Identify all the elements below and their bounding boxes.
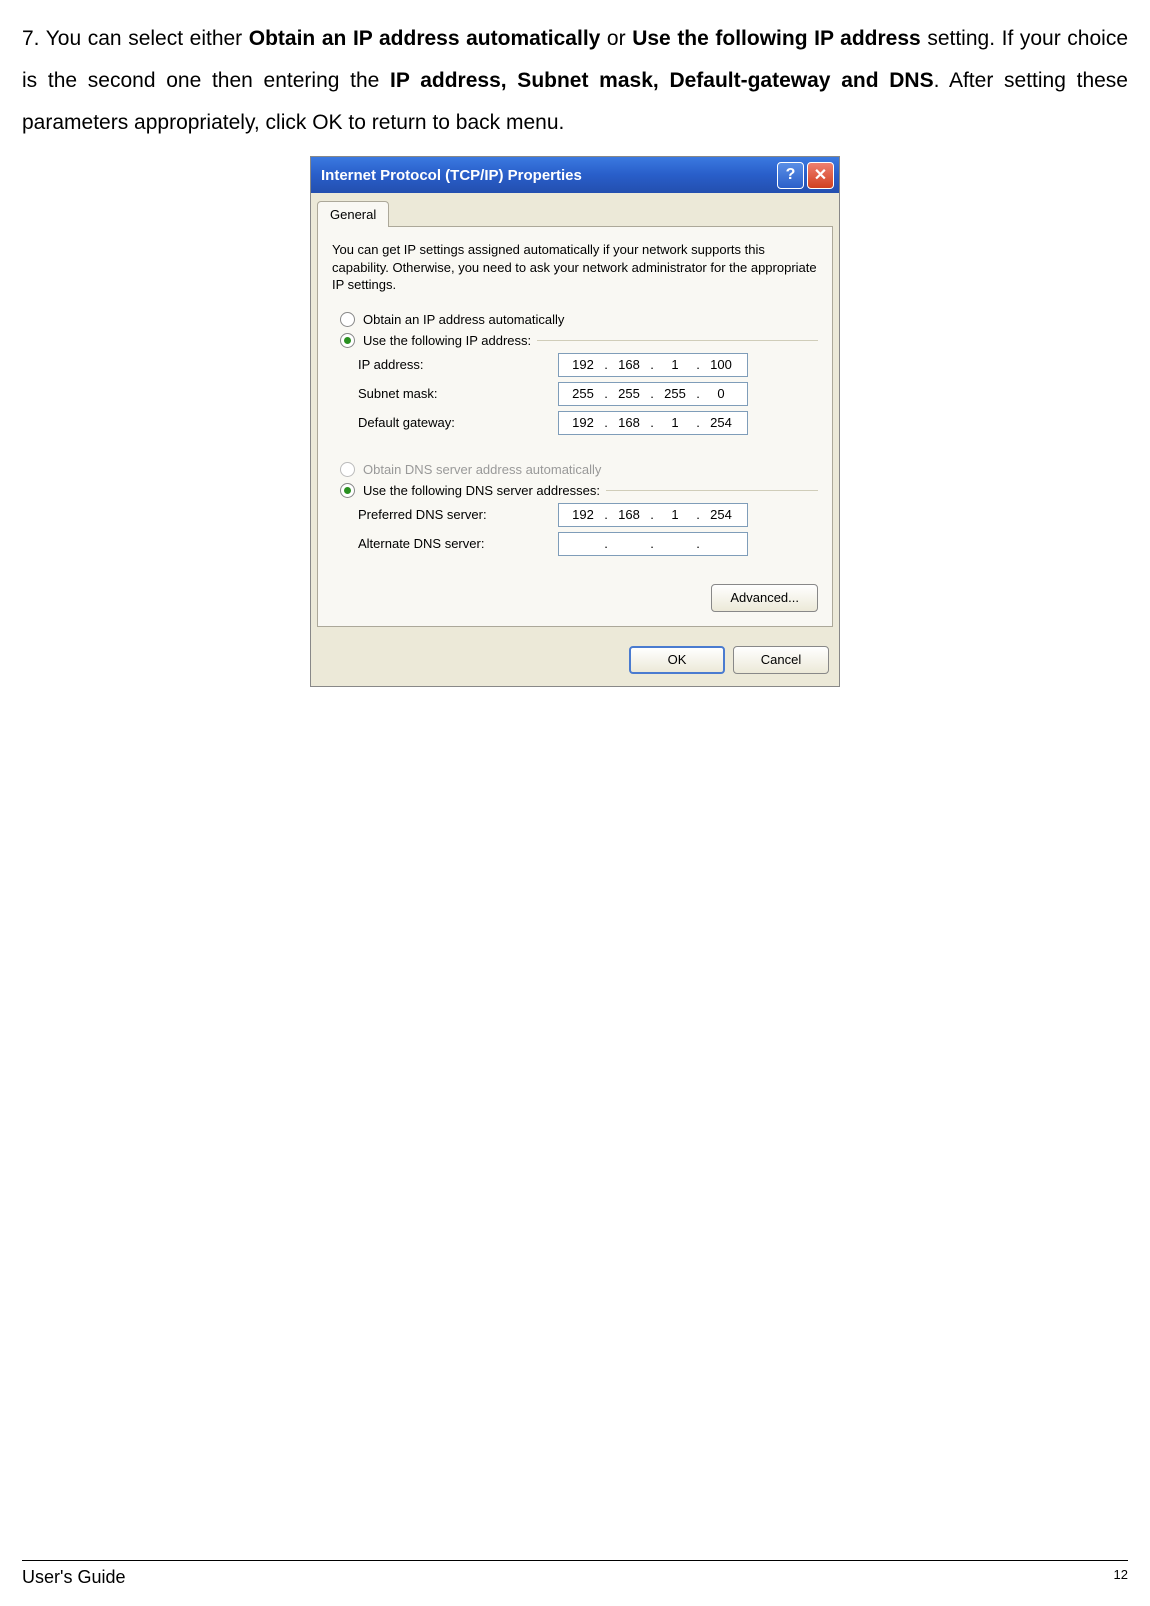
default-gateway-row: Default gateway: 192. 168. 1. 254 <box>358 411 818 435</box>
advanced-button[interactable]: Advanced... <box>711 584 818 612</box>
page-footer: User's Guide 12 <box>22 1560 1128 1588</box>
cancel-button[interactable]: Cancel <box>733 646 829 674</box>
ok-button[interactable]: OK <box>629 646 725 674</box>
dialog-button-bar: OK Cancel <box>311 636 839 686</box>
tcpip-properties-dialog: Internet Protocol (TCP/IP) Properties ? … <box>310 156 840 687</box>
dialog-title: Internet Protocol (TCP/IP) Properties <box>321 167 582 184</box>
titlebar[interactable]: Internet Protocol (TCP/IP) Properties ? … <box>311 157 839 193</box>
instruction-paragraph: 7. You can select either Obtain an IP ad… <box>0 0 1150 144</box>
preferred-dns-row: Preferred DNS server: 192. 168. 1. 254 <box>358 503 818 527</box>
default-gateway-input[interactable]: 192. 168. 1. 254 <box>558 411 748 435</box>
subnet-mask-row: Subnet mask: 255. 255. 255. 0 <box>358 382 818 406</box>
radio-icon <box>340 462 355 477</box>
tabstrip: General <box>311 193 839 227</box>
radio-icon <box>340 333 355 348</box>
radio-use-ip[interactable]: Use the following IP address: <box>340 333 531 348</box>
tab-content: You can get IP settings assigned automat… <box>317 226 833 627</box>
ip-address-input[interactable]: 192. 168. 1. 100 <box>558 353 748 377</box>
alternate-dns-input[interactable]: . . . <box>558 532 748 556</box>
footer-guide: User's Guide <box>22 1567 125 1588</box>
radio-obtain-dns: Obtain DNS server address automatically <box>340 462 818 477</box>
alternate-dns-row: Alternate DNS server: . . . <box>358 532 818 556</box>
radio-icon <box>340 312 355 327</box>
intro-text: You can get IP settings assigned automat… <box>332 241 818 294</box>
radio-use-dns[interactable]: Use the following DNS server addresses: <box>340 483 600 498</box>
tab-general[interactable]: General <box>317 201 389 227</box>
radio-icon <box>340 483 355 498</box>
page-number: 12 <box>1114 1567 1128 1588</box>
preferred-dns-input[interactable]: 192. 168. 1. 254 <box>558 503 748 527</box>
close-button[interactable]: ✕ <box>807 162 834 189</box>
radio-obtain-ip[interactable]: Obtain an IP address automatically <box>340 312 818 327</box>
ip-address-row: IP address: 192. 168. 1. 100 <box>358 353 818 377</box>
help-button[interactable]: ? <box>777 162 804 189</box>
subnet-mask-input[interactable]: 255. 255. 255. 0 <box>558 382 748 406</box>
